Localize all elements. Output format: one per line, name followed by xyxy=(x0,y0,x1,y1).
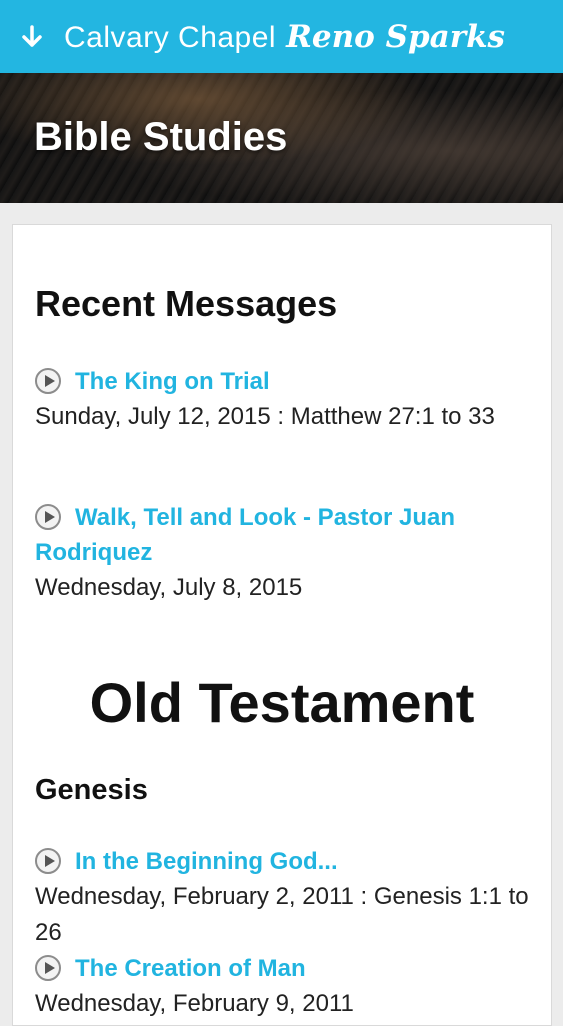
top-bar: Calvary Chapel Reno Sparks xyxy=(0,0,563,73)
page-title: Bible Studies xyxy=(34,115,288,159)
book-heading: Genesis xyxy=(35,774,148,806)
message-date: Wednesday, July 8, 2015 xyxy=(35,574,303,601)
message-item: The Creation of Man Wednesday, February … xyxy=(35,951,530,1022)
page-banner: Bible Studies xyxy=(0,73,563,203)
message-date: Sunday, July 12, 2015 : Matthew 27:1 to … xyxy=(35,403,495,430)
arrow-down-icon[interactable] xyxy=(20,23,44,51)
play-icon[interactable] xyxy=(35,955,61,981)
message-link[interactable]: Walk, Tell and Look - Pastor Juan Rodriq… xyxy=(35,504,455,566)
content-card: Recent Messages The King on Trial Sunday… xyxy=(12,224,552,1026)
message-item: In the Beginning God... Wednesday, Febru… xyxy=(35,844,530,951)
play-icon[interactable] xyxy=(35,368,61,394)
message-item: The King on Trial Sunday, July 12, 2015 … xyxy=(35,364,530,435)
message-link[interactable]: In the Beginning God... xyxy=(75,848,338,875)
message-date: Wednesday, February 2, 2011 : Genesis 1:… xyxy=(35,883,529,946)
site-logo[interactable]: Calvary Chapel Reno Sparks xyxy=(64,19,505,55)
play-icon[interactable] xyxy=(35,504,61,530)
brand-location: Reno Sparks xyxy=(286,18,506,55)
brand-name: Calvary Chapel xyxy=(64,20,277,54)
play-icon[interactable] xyxy=(35,848,61,874)
message-link[interactable]: The Creation of Man xyxy=(75,955,306,982)
section-heading-old-testament: Old Testament xyxy=(89,671,475,734)
message-date: Wednesday, February 9, 2011 xyxy=(35,990,354,1017)
message-link[interactable]: The King on Trial xyxy=(75,368,270,395)
message-item: Walk, Tell and Look - Pastor Juan Rodriq… xyxy=(35,500,530,606)
section-heading-recent: Recent Messages xyxy=(35,283,338,324)
